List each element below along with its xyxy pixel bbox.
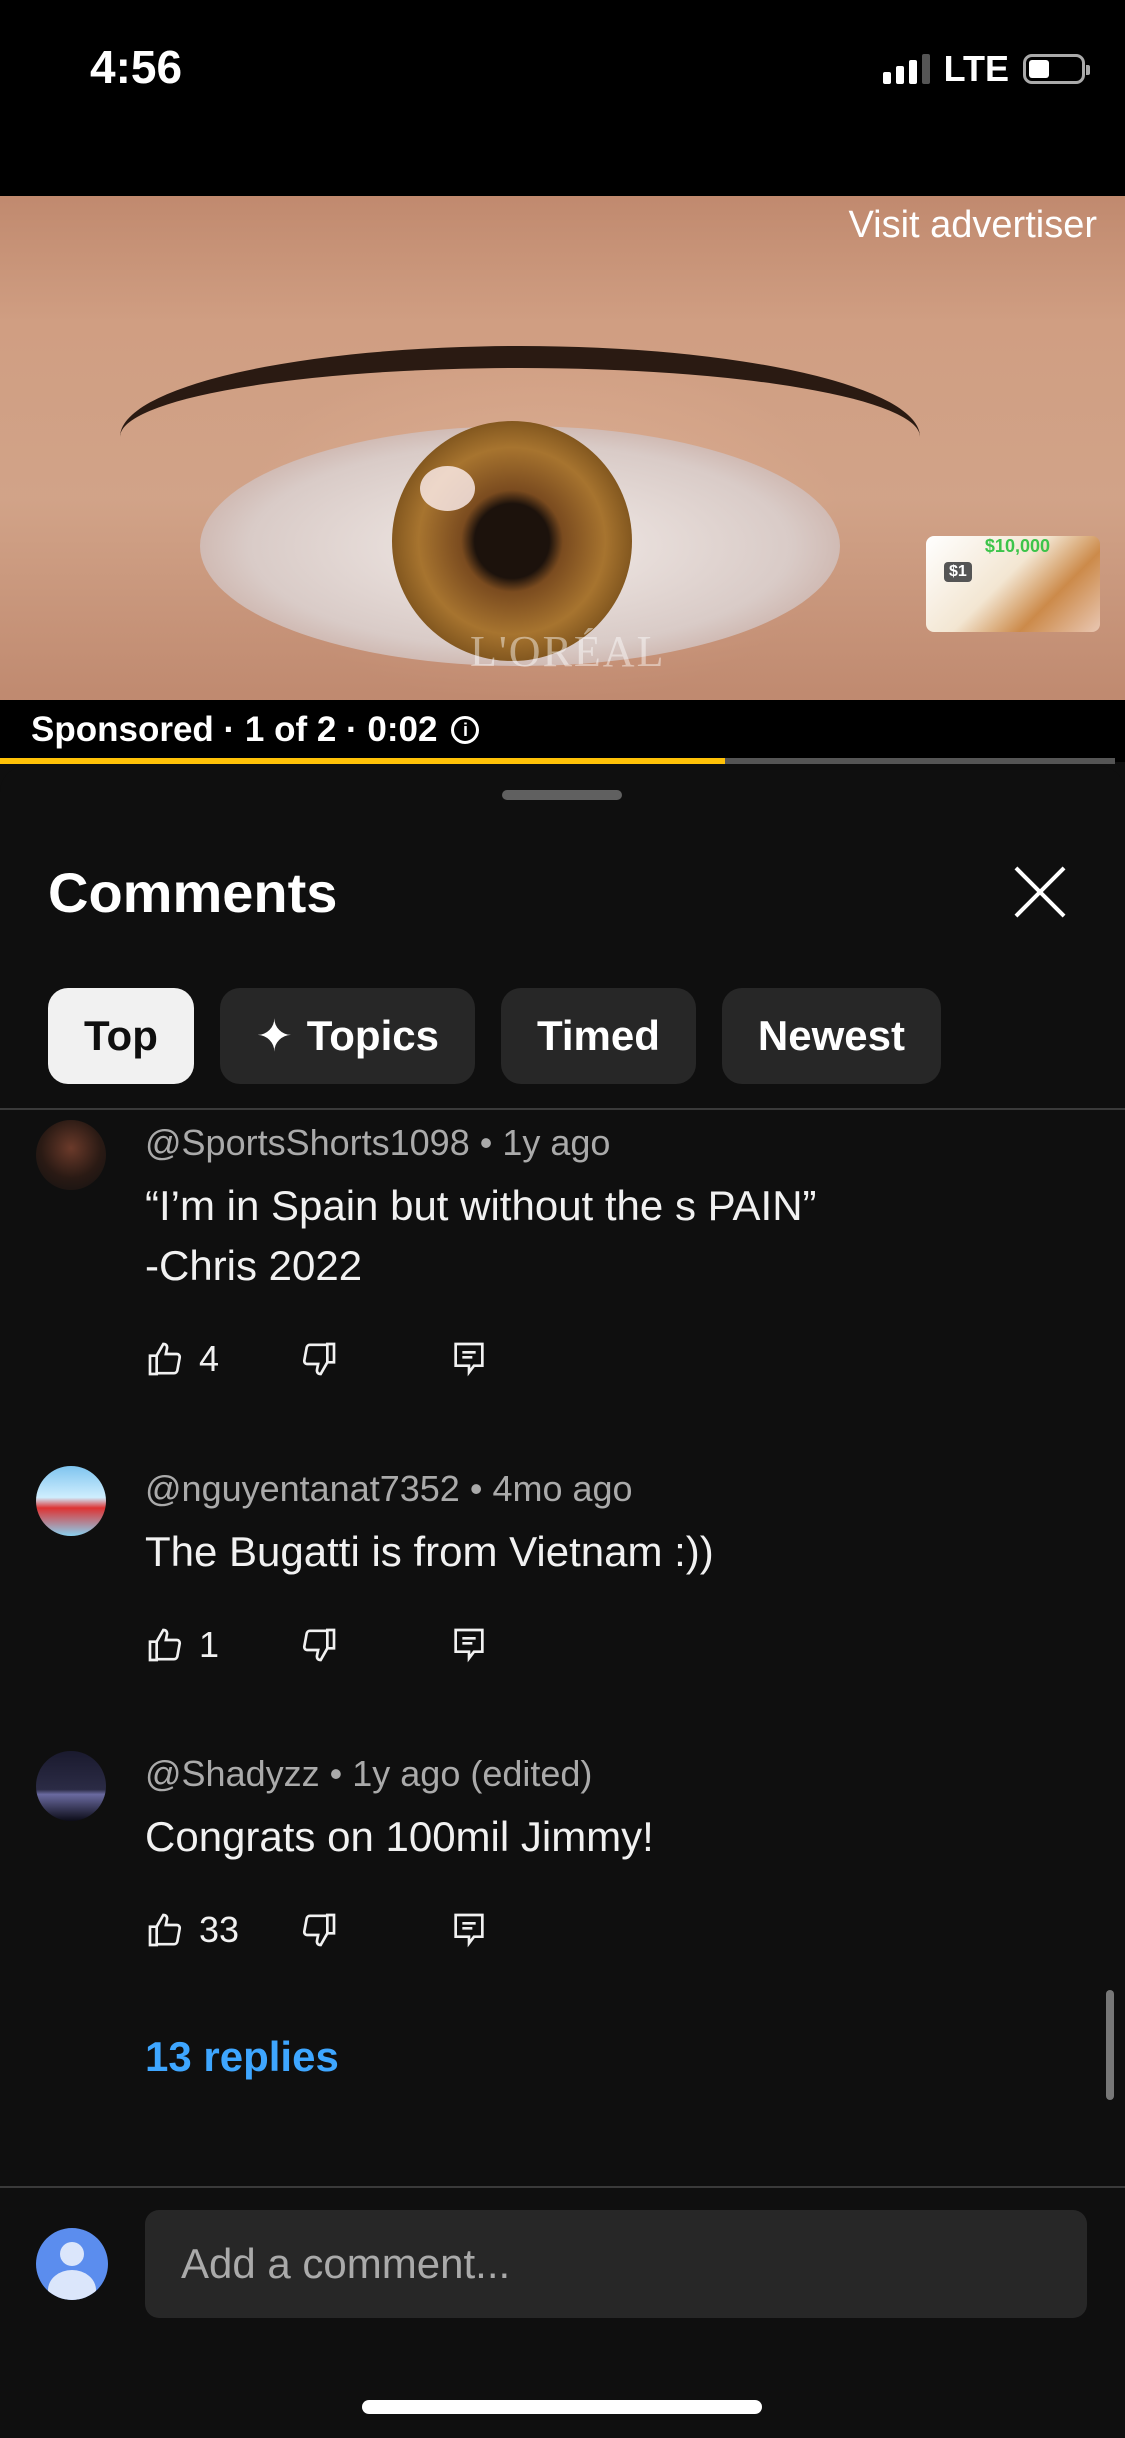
comment-author[interactable]: @SportsShorts1098 xyxy=(145,1122,470,1163)
thumbs-up-icon xyxy=(148,1913,182,1947)
network-label: LTE xyxy=(943,48,1009,89)
thumbs-down-icon xyxy=(302,1342,336,1376)
video-player[interactable]: L'ORÉAL Visit advertiser $10,000 $1 xyxy=(0,196,1125,700)
thumbs-down-icon xyxy=(303,1913,336,1947)
comment-text: “I’m in Spain but without the s PAIN” -C… xyxy=(145,1182,817,1289)
comment-filter-chips: Top ✦ Topics Timed Newest xyxy=(48,988,941,1084)
chip-newest[interactable]: Newest xyxy=(721,988,941,1084)
comments-title: Comments xyxy=(48,861,338,924)
reply-icon xyxy=(454,1628,484,1663)
ad-info-bar: Sponsored · 1 of 2 · 0:02 i xyxy=(0,700,1125,762)
chip-top[interactable]: Top xyxy=(48,988,194,1084)
comment-actions: 1 xyxy=(145,1624,489,1666)
brand-watermark: L'ORÉAL xyxy=(470,627,666,676)
promo-small-price: $1 xyxy=(944,562,972,582)
status-bar: 4:56 LTE xyxy=(0,0,1125,196)
like-button[interactable]: 4 xyxy=(145,1338,219,1380)
sparkle-icon: ✦ xyxy=(255,1011,293,1061)
like-count: 33 xyxy=(199,1909,240,1950)
visit-advertiser-link[interactable]: Visit advertiser xyxy=(848,204,1097,247)
avatar[interactable] xyxy=(36,1466,106,1536)
comment-input[interactable] xyxy=(145,2210,1087,2318)
user-avatar xyxy=(36,2228,108,2300)
thumbs-up-icon xyxy=(148,1628,182,1662)
reply-button[interactable] xyxy=(449,1625,489,1665)
comment-age: 1y ago xyxy=(502,1122,611,1163)
comment-age: 4mo ago xyxy=(492,1468,633,1509)
comment-actions: 33 xyxy=(145,1909,489,1951)
thumbs-up-icon xyxy=(148,1342,182,1376)
status-indicators: LTE xyxy=(882,48,1090,90)
dislike-button[interactable] xyxy=(299,1625,339,1665)
reply-icon xyxy=(454,1342,484,1377)
like-count: 1 xyxy=(199,1624,220,1665)
ad-progress-bar xyxy=(0,758,1115,764)
reply-button[interactable] xyxy=(449,1339,489,1379)
comment-author[interactable]: @nguyentanat7352 xyxy=(145,1468,460,1509)
comment-actions: 4 xyxy=(145,1338,489,1380)
comment-text: Congrats on 100mil Jimmy! xyxy=(145,1813,654,1860)
battery-icon xyxy=(1023,54,1090,84)
comment-author[interactable]: @Shadyzz xyxy=(145,1753,320,1794)
promo-price: $10,000 xyxy=(984,536,1050,556)
comment-text: The Bugatti is from Vietnam :)) xyxy=(145,1528,714,1575)
like-button[interactable]: 1 xyxy=(145,1624,219,1666)
sponsored-label: Sponsored · 1 of 2 · 0:02 i xyxy=(31,710,480,750)
avatar[interactable] xyxy=(36,1751,106,1821)
home-indicator[interactable] xyxy=(362,2400,762,2414)
thumbs-down-icon xyxy=(302,1628,336,1662)
divider xyxy=(0,1108,1125,1110)
like-button[interactable]: 33 xyxy=(145,1909,239,1951)
next-video-thumbnail[interactable]: $10,000 $1 xyxy=(926,536,1100,632)
reply-icon xyxy=(454,1913,484,1948)
drag-handle[interactable] xyxy=(502,790,622,800)
status-time: 4:56 xyxy=(90,41,183,93)
dislike-button[interactable] xyxy=(299,1339,339,1379)
comment-meta: @SportsShorts1098 • 1y ago xyxy=(145,1122,611,1163)
avatar[interactable] xyxy=(36,1120,106,1190)
ad-progress-fill xyxy=(0,758,725,764)
close-icon[interactable] xyxy=(1010,862,1070,922)
comment-age: 1y ago (edited) xyxy=(352,1753,593,1794)
signal-icon xyxy=(882,54,930,84)
comment-meta: @nguyentanat7352 • 4mo ago xyxy=(145,1468,633,1509)
view-replies-button[interactable]: 13 replies xyxy=(145,2033,339,2081)
dislike-button[interactable] xyxy=(299,1910,339,1950)
ad-image-iris xyxy=(392,421,632,661)
info-icon[interactable]: i xyxy=(451,716,480,744)
chip-timed[interactable]: Timed xyxy=(500,988,696,1084)
comment-meta: @Shadyzz • 1y ago (edited) xyxy=(145,1753,593,1794)
like-count: 4 xyxy=(199,1338,220,1379)
chip-topics[interactable]: ✦ Topics xyxy=(219,988,475,1084)
reply-button[interactable] xyxy=(449,1910,489,1950)
scrollbar[interactable] xyxy=(1106,1990,1114,2100)
